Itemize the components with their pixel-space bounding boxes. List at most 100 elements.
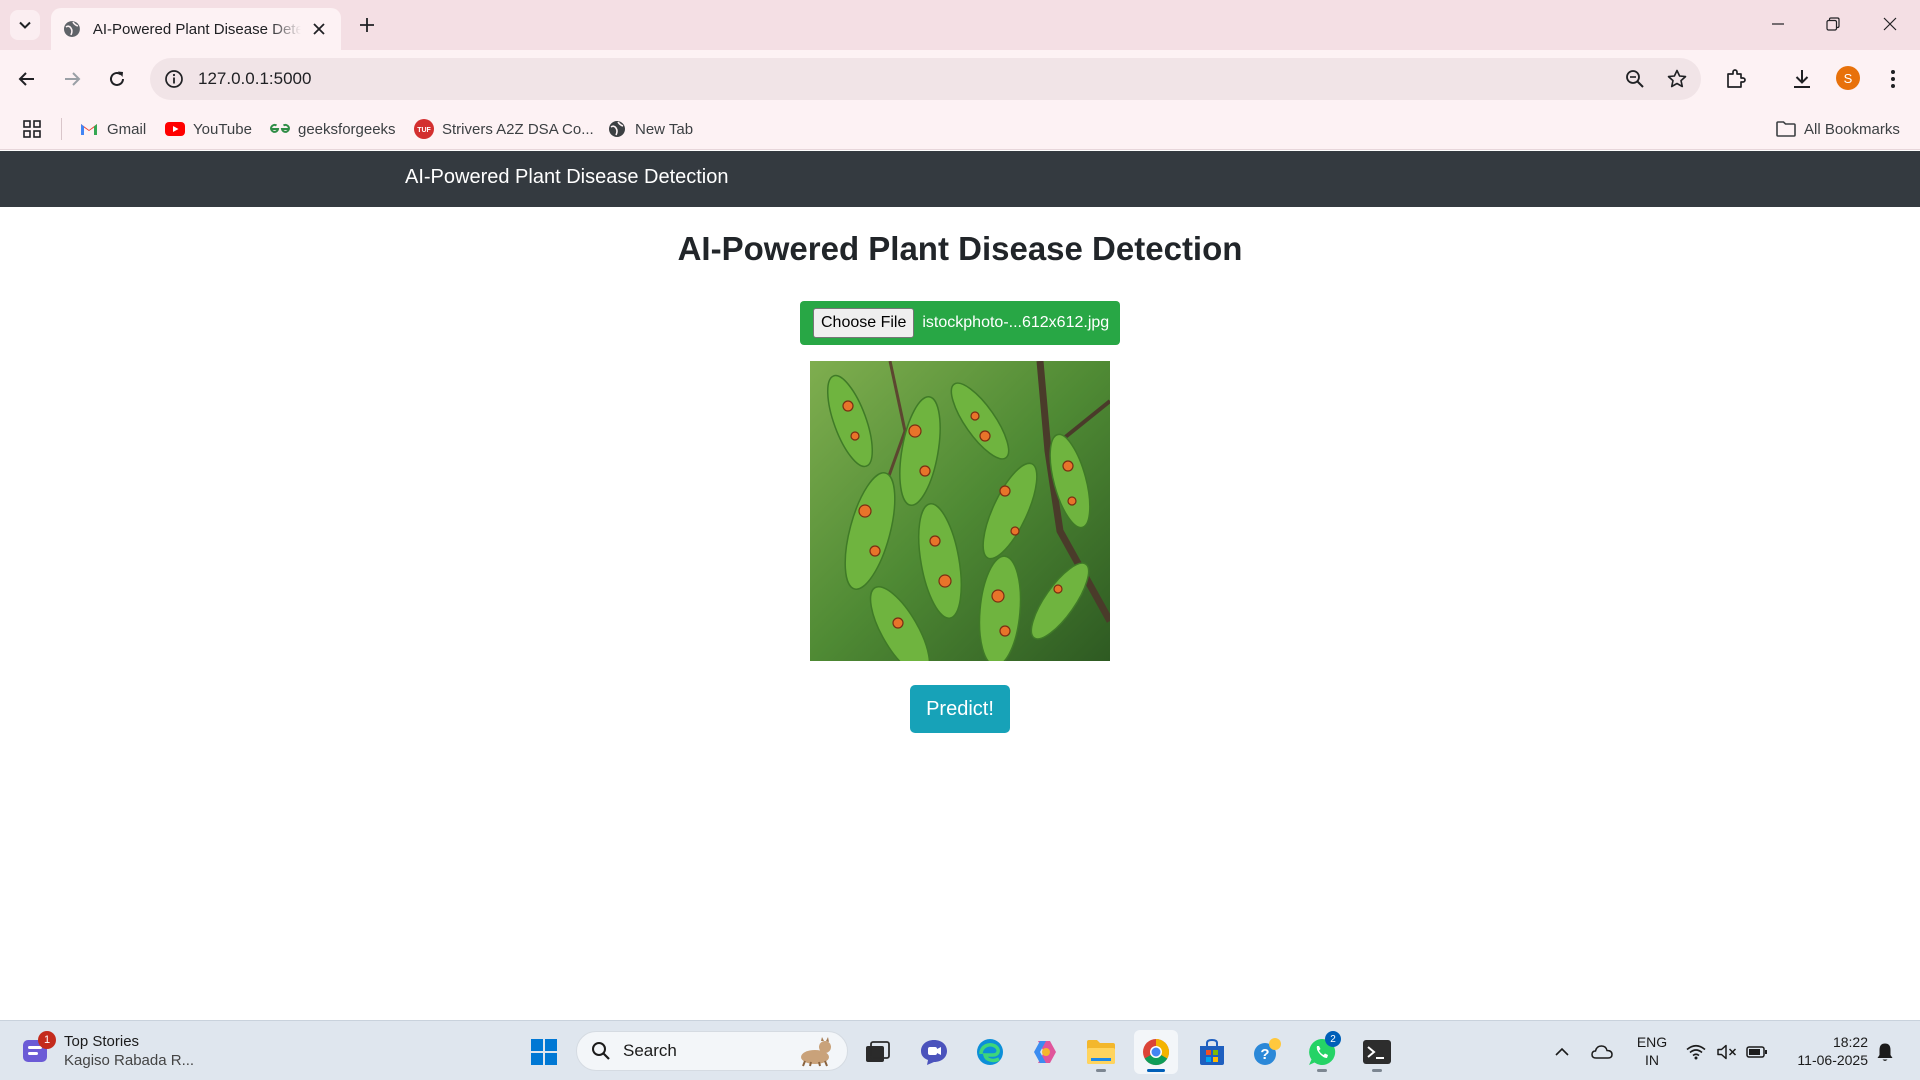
leaf-photo <box>810 361 1110 661</box>
svg-text:TUF: TUF <box>417 127 431 134</box>
site-navbar: AI-Powered Plant Disease Detection <box>0 151 1920 207</box>
taskbar-search[interactable]: Search <box>576 1031 848 1071</box>
news-badge: 1 <box>38 1031 56 1049</box>
chevron-up-icon <box>1555 1047 1569 1056</box>
taskbar-chrome[interactable] <box>1134 1030 1178 1074</box>
news-subtitle: Kagiso Rabada R... <box>64 1052 195 1069</box>
taskbar-help-app[interactable]: ? <box>1245 1030 1289 1074</box>
star-icon <box>1667 69 1687 88</box>
forward-button[interactable] <box>56 63 88 95</box>
windows-icon <box>531 1039 557 1065</box>
search-highlight-icon <box>801 1037 831 1067</box>
taskbar-terminal[interactable] <box>1355 1030 1399 1074</box>
folder-icon <box>1776 119 1796 139</box>
language-indicator[interactable]: ENG IN <box>1636 1033 1668 1069</box>
clock-date: 11-06-2025 <box>1797 1052 1868 1068</box>
onedrive-button[interactable] <box>1591 1041 1613 1063</box>
taskbar-search-label: Search <box>623 1041 677 1060</box>
edge-icon <box>977 1039 1003 1065</box>
choose-file-button[interactable]: Choose File <box>813 308 915 338</box>
taskbar-file-explorer[interactable] <box>1079 1030 1123 1074</box>
task-view-icon <box>866 1041 890 1062</box>
taskbar-copilot[interactable] <box>1023 1030 1067 1074</box>
navbar-brand[interactable]: AI-Powered Plant Disease Detection <box>405 166 729 189</box>
cloud-icon <box>1591 1045 1613 1059</box>
browser-tab[interactable]: AI-Powered Plant Disease Detection <box>51 8 341 50</box>
downloads-button[interactable] <box>1785 62 1819 96</box>
restore-button[interactable] <box>1813 8 1853 40</box>
taskbar-clock[interactable]: 18:22 11-06-2025 <box>1784 1033 1868 1069</box>
site-info-icon[interactable] <box>164 69 184 89</box>
tab-search-button[interactable] <box>10 10 40 40</box>
zoom-button[interactable] <box>1617 61 1653 97</box>
taskbar-store[interactable] <box>1190 1030 1234 1074</box>
chat-icon <box>921 1040 947 1065</box>
battery-button[interactable] <box>1746 1041 1768 1063</box>
language-code: ENG <box>1636 1034 1668 1050</box>
profile-avatar[interactable]: S <box>1836 66 1860 90</box>
tab-title: AI-Powered Plant Disease Detection <box>92 20 302 38</box>
search-icon <box>592 1042 610 1060</box>
bookmark-new-tab[interactable]: New Tab <box>607 116 693 142</box>
volume-button[interactable] <box>1716 1041 1738 1063</box>
bookmark-label: Gmail <box>107 120 147 138</box>
youtube-icon <box>165 119 185 139</box>
copilot-icon <box>1034 1041 1056 1063</box>
wifi-button[interactable] <box>1685 1041 1707 1063</box>
tray-overflow-button[interactable] <box>1551 1041 1573 1063</box>
plus-icon <box>360 18 374 32</box>
arrow-left-icon <box>18 72 34 86</box>
tuf-icon: TUF <box>414 119 434 139</box>
svg-text:?: ? <box>1260 1046 1269 1063</box>
bookmark-gmail[interactable]: Gmail <box>79 116 146 142</box>
geeksforgeeks-icon <box>270 119 290 139</box>
task-view-button[interactable] <box>856 1030 900 1074</box>
bookmarks-separator <box>61 118 62 140</box>
restore-icon <box>1826 17 1840 31</box>
windows-taskbar: 1 Top Stories Kagiso Rabada R... Search … <box>0 1020 1920 1080</box>
file-upload-input[interactable]: Choose File istockphoto-...612x612.jpg <box>800 301 1120 345</box>
minimize-button[interactable] <box>1758 8 1798 40</box>
close-window-button[interactable] <box>1870 8 1910 40</box>
running-indicator <box>1147 1069 1165 1072</box>
new-tab-button[interactable] <box>352 10 382 40</box>
battery-icon <box>1746 1046 1767 1058</box>
wifi-icon <box>1686 1044 1706 1060</box>
language-region: IN <box>1645 1052 1659 1068</box>
tab-close-button[interactable] <box>309 19 329 39</box>
get-help-icon: ? <box>1254 1038 1281 1065</box>
bookmark-star-button[interactable] <box>1659 61 1695 97</box>
back-button[interactable] <box>11 63 43 95</box>
menu-button[interactable] <box>1876 62 1910 96</box>
predict-button[interactable]: Predict! <box>910 685 1010 733</box>
bookmark-strivers[interactable]: TUF Strivers A2Z DSA Co... <box>414 116 594 142</box>
folder-icon <box>1087 1040 1115 1064</box>
running-indicator <box>1096 1069 1106 1072</box>
bookmark-geeksforgeeks[interactable]: geeksforgeeks <box>270 116 396 142</box>
notifications-button[interactable] <box>1874 1041 1896 1063</box>
taskbar-whatsapp[interactable]: 2 <box>1300 1030 1344 1074</box>
extensions-button[interactable] <box>1719 62 1753 96</box>
taskbar-edge[interactable] <box>968 1030 1012 1074</box>
address-bar[interactable]: 127.0.0.1:5000 <box>150 58 1701 100</box>
chevron-down-icon <box>19 21 31 29</box>
apps-grid-icon <box>23 120 41 138</box>
news-widget-icon: 1 <box>20 1031 56 1067</box>
zoom-icon <box>1626 70 1644 88</box>
bookmark-label: geeksforgeeks <box>298 120 396 138</box>
taskbar-chat-app[interactable] <box>912 1030 956 1074</box>
reload-button[interactable] <box>101 63 133 95</box>
apps-button[interactable] <box>20 117 44 141</box>
bookmark-label: Strivers A2Z DSA Co... <box>442 120 594 138</box>
url-text[interactable]: 127.0.0.1:5000 <box>198 69 1617 89</box>
bookmarks-bar: Gmail YouTube geeksforgeeks TUF Strivers… <box>0 108 1920 150</box>
reload-icon <box>110 71 124 86</box>
clock-time: 18:22 <box>1832 1034 1868 1050</box>
start-button[interactable] <box>522 1030 566 1074</box>
bookmark-youtube[interactable]: YouTube <box>165 116 252 142</box>
close-icon <box>1883 17 1897 31</box>
all-bookmarks-label: All Bookmarks <box>1804 120 1900 138</box>
news-widget[interactable]: 1 Top Stories Kagiso Rabada R... <box>20 1031 194 1071</box>
all-bookmarks-button[interactable]: All Bookmarks <box>1776 116 1900 142</box>
minimize-icon <box>1772 23 1784 25</box>
